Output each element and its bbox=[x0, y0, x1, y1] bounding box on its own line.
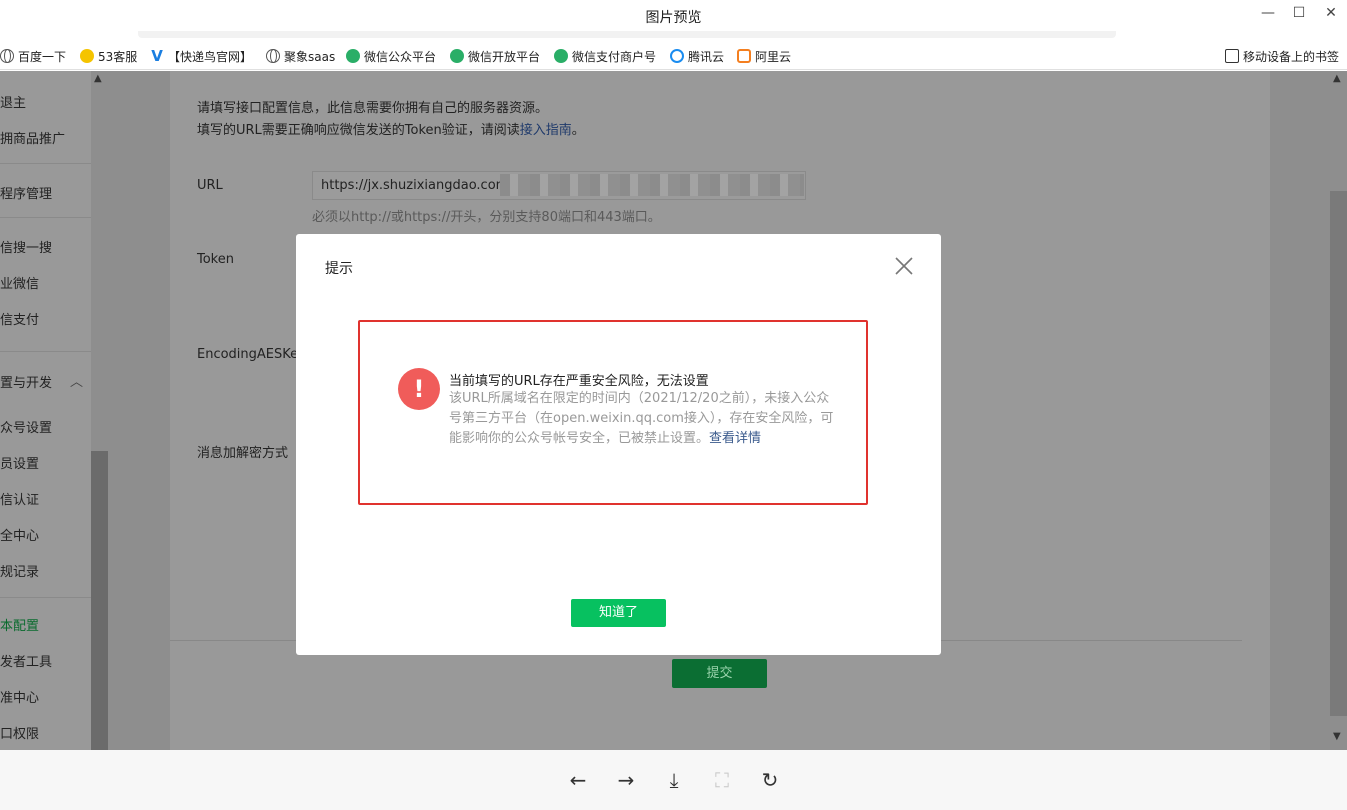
wechat-icon bbox=[450, 49, 464, 63]
scroll-up-icon[interactable]: ▲ bbox=[1333, 73, 1341, 84]
bookmark-label: 移动设备上的书签 bbox=[1243, 49, 1340, 64]
bookmarks-bar: 百度一下 53客服 V 【快递鸟官网】 聚象saas 微信公众平台 微信开放平台 … bbox=[0, 42, 1347, 70]
bookmark-53kf[interactable]: 53客服 bbox=[80, 47, 137, 65]
bookmark-wx-pay[interactable]: 微信支付商户号 bbox=[554, 47, 656, 65]
cloud-icon bbox=[670, 49, 684, 63]
got-it-button[interactable]: 知道了 bbox=[571, 599, 666, 627]
sidebar-item[interactable]: 全中心 bbox=[0, 525, 39, 544]
bookmark-aliyun[interactable]: 阿里云 bbox=[737, 47, 791, 65]
sidebar-item[interactable]: 众号设置 bbox=[0, 417, 52, 436]
aliyun-icon bbox=[737, 49, 751, 63]
aeskey-label: EncodingAESKey bbox=[197, 347, 306, 362]
phone-icon bbox=[1225, 49, 1239, 63]
sidebar-item[interactable]: 拥商品推广 bbox=[0, 128, 65, 147]
intro-text: 填写的URL需要正确响应微信发送的Token验证，请阅读 bbox=[197, 123, 520, 138]
title-bar: 图片预览 — ☐ ✕ bbox=[0, 0, 1347, 38]
sidebar-divider bbox=[0, 351, 91, 352]
sidebar-item[interactable]: 程序管理 bbox=[0, 183, 52, 202]
wechat-pay-icon bbox=[554, 49, 568, 63]
sidebar-item-basic-config[interactable]: 本配置 bbox=[0, 615, 39, 634]
preview-toolbar: ← → ⤓ ⛶ ↻ bbox=[0, 750, 1347, 810]
wechat-icon bbox=[346, 49, 360, 63]
sidebar-divider bbox=[0, 597, 91, 598]
bookmark-label: 【快递鸟官网】 bbox=[168, 49, 253, 64]
close-icon[interactable] bbox=[894, 256, 914, 276]
sidebar-scrollbar[interactable]: ▲ bbox=[91, 71, 108, 750]
next-arrow-icon[interactable]: → bbox=[614, 768, 638, 792]
sidebar-item[interactable]: 口权限 bbox=[0, 723, 39, 742]
sidebar-divider bbox=[0, 163, 91, 164]
warning-text: 该URL所属域名在限定的时间内（2021/12/20之前），未接入公众号第三方平… bbox=[449, 391, 834, 446]
v-icon: V bbox=[151, 47, 163, 65]
address-strip bbox=[138, 31, 1116, 38]
sidebar-item[interactable]: 规记录 bbox=[0, 561, 39, 580]
sidebar-item[interactable]: 信搜一搜 bbox=[0, 237, 52, 256]
intro-line-1: 请填写接口配置信息，此信息需要你拥有自己的服务器资源。 bbox=[197, 101, 549, 116]
sidebar: 退主 拥商品推广 程序管理 信搜一搜 业微信 信支付 置与开发 ︿ 众号设置 员… bbox=[0, 71, 91, 750]
url-hint: 必须以http://或https://开头，分别支持80端口和443端口。 bbox=[312, 210, 661, 225]
main-scroll-thumb[interactable] bbox=[1330, 191, 1347, 716]
bookmark-tencent-cloud[interactable]: 腾讯云 bbox=[670, 47, 724, 65]
url-redacted bbox=[500, 174, 804, 196]
bookmark-label: 阿里云 bbox=[755, 49, 792, 64]
sidebar-item[interactable]: 员设置 bbox=[0, 453, 39, 472]
dialog-title: 提示 bbox=[325, 261, 353, 277]
warning-body: 该URL所属域名在限定的时间内（2021/12/20之前），未接入公众号第三方平… bbox=[449, 389, 839, 449]
maximize-button[interactable]: ☐ bbox=[1289, 4, 1309, 22]
bookmark-wx-mp[interactable]: 微信公众平台 bbox=[346, 47, 436, 65]
warning-title: 当前填写的URL存在严重安全风险，无法设置 bbox=[449, 374, 709, 389]
sidebar-item[interactable]: 信认证 bbox=[0, 489, 39, 508]
close-window-button[interactable]: ✕ bbox=[1321, 4, 1341, 22]
sidebar-item[interactable]: 信支付 bbox=[0, 309, 39, 328]
token-label: Token bbox=[197, 252, 234, 267]
scroll-up-icon[interactable]: ▲ bbox=[94, 73, 102, 84]
rotate-icon[interactable]: ↻ bbox=[758, 768, 782, 792]
sidebar-item[interactable]: 业微信 bbox=[0, 273, 39, 292]
sidebar-section-dev[interactable]: 置与开发 bbox=[0, 372, 52, 391]
intro-line-2: 填写的URL需要正确响应微信发送的Token验证，请阅读接入指南。 bbox=[197, 119, 585, 138]
sidebar-scroll-thumb[interactable] bbox=[91, 451, 108, 750]
sidebar-item[interactable]: 退主 bbox=[0, 92, 26, 111]
intro-suffix: 。 bbox=[571, 123, 585, 138]
access-guide-link[interactable]: 接入指南 bbox=[520, 123, 572, 138]
bookmark-label: 微信开放平台 bbox=[468, 49, 541, 64]
globe-icon bbox=[266, 49, 280, 63]
globe-icon bbox=[0, 49, 14, 63]
bookmark-label: 微信公众平台 bbox=[364, 49, 437, 64]
submit-button[interactable]: 提交 bbox=[672, 659, 767, 688]
bookmark-juxiang[interactable]: 聚象saas bbox=[266, 47, 335, 65]
main-scrollbar[interactable]: ▲ ▼ bbox=[1330, 71, 1347, 750]
previous-arrow-icon[interactable]: ← bbox=[566, 768, 590, 792]
bookmark-wx-open[interactable]: 微信开放平台 bbox=[450, 47, 540, 65]
window-title: 图片预览 bbox=[645, 10, 702, 26]
url-label: URL bbox=[197, 178, 223, 193]
download-icon[interactable]: ⤓ bbox=[662, 768, 686, 792]
bookmark-mobile[interactable]: 移动设备上的书签 bbox=[1225, 47, 1339, 65]
bookmark-label: 微信支付商户号 bbox=[572, 49, 657, 64]
bookmark-baidu[interactable]: 百度一下 bbox=[0, 47, 66, 65]
fit-screen-icon[interactable]: ⛶ bbox=[710, 768, 734, 792]
sidebar-divider bbox=[0, 217, 91, 218]
bookmark-label: 53客服 bbox=[98, 49, 138, 64]
sidebar-item[interactable]: 发者工具 bbox=[0, 651, 52, 670]
alert-dialog: 提示 ! 当前填写的URL存在严重安全风险，无法设置 该URL所属域名在限定的时… bbox=[296, 234, 941, 655]
minimize-button[interactable]: — bbox=[1258, 4, 1278, 22]
bookmark-label: 聚象saas bbox=[284, 49, 336, 64]
warning-icon: ! bbox=[398, 368, 440, 410]
view-details-link[interactable]: 查看详情 bbox=[709, 431, 761, 446]
sidebar-item[interactable]: 准中心 bbox=[0, 687, 39, 706]
bookmark-label: 腾讯云 bbox=[688, 49, 725, 64]
encrypt-mode-label: 消息加解密方式 bbox=[197, 446, 289, 461]
chevron-up-icon[interactable]: ︿ bbox=[70, 371, 83, 390]
53-icon bbox=[80, 49, 94, 63]
scroll-down-icon[interactable]: ▼ bbox=[1333, 731, 1341, 742]
bookmark-label: 百度一下 bbox=[18, 49, 67, 64]
bookmark-kdniao[interactable]: V 【快递鸟官网】 bbox=[150, 47, 252, 65]
